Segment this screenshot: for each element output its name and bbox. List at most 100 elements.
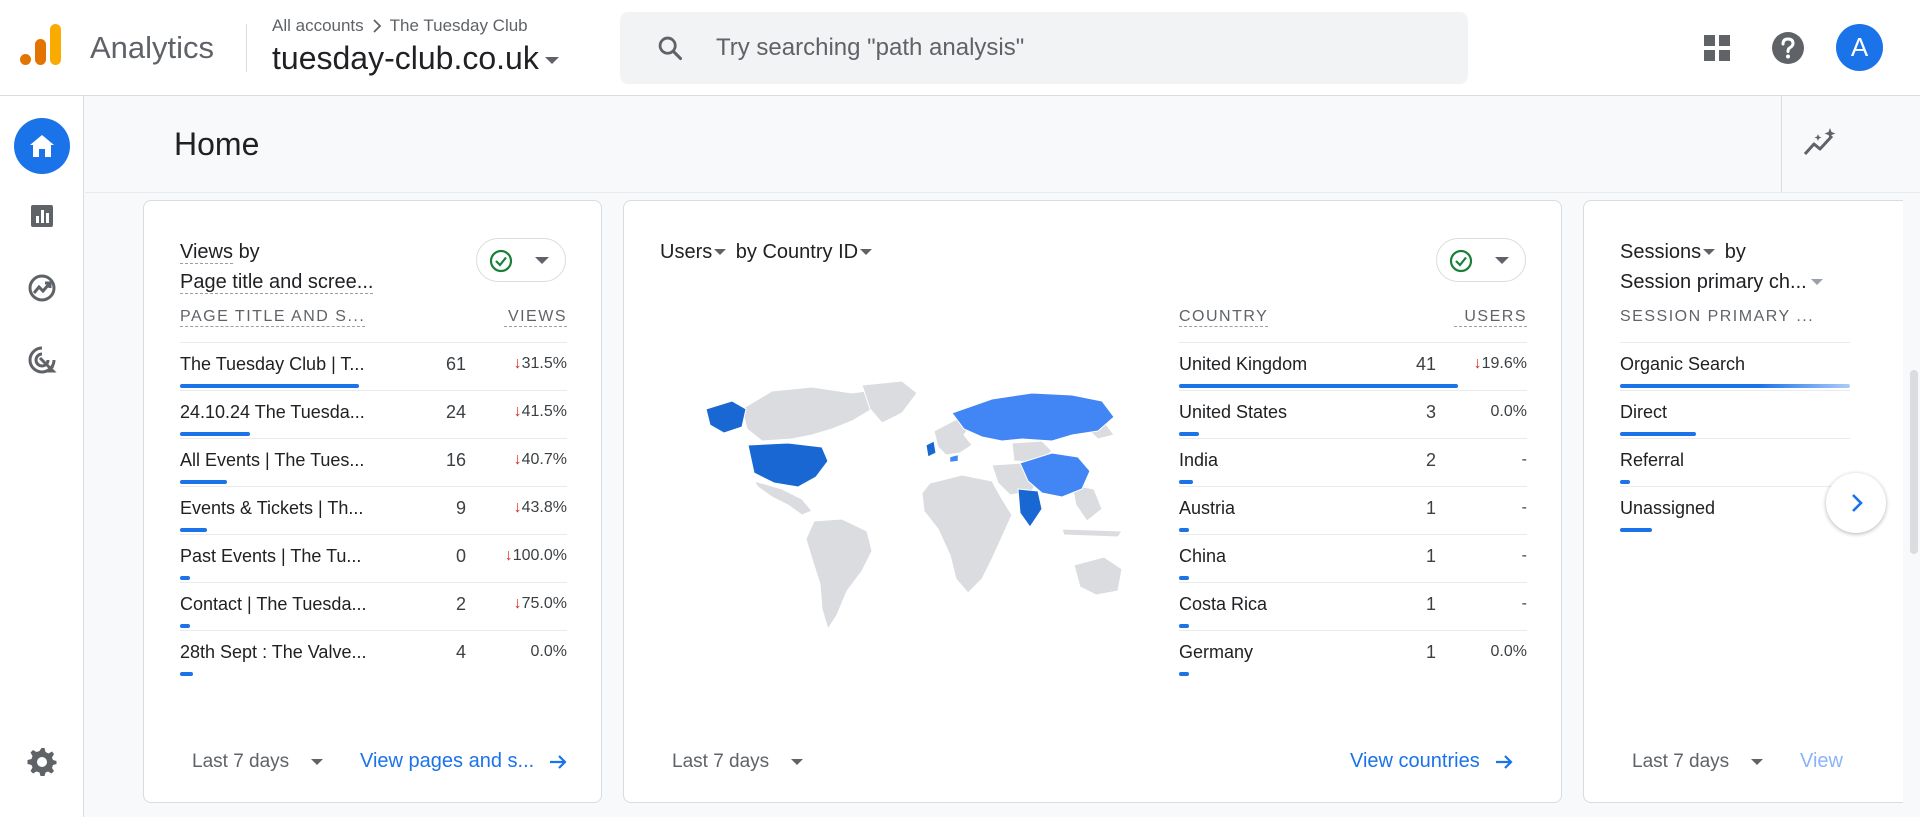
view-sessions-link[interactable]: View (1800, 750, 1843, 773)
row-divider (1620, 390, 1850, 391)
view-countries-link[interactable]: View countries (1350, 750, 1514, 773)
row-value: 1 (1425, 546, 1436, 566)
nav-explore[interactable] (14, 260, 70, 316)
dimension-selector[interactable]: Country ID (762, 241, 858, 263)
dimension-selector[interactable]: Page title and scree... (180, 271, 374, 294)
comparison-toggle[interactable] (476, 238, 566, 282)
date-range-label[interactable]: Last 7 days (1632, 751, 1729, 773)
comparison-toggle[interactable] (1436, 238, 1526, 282)
row-share-bar (1179, 384, 1458, 388)
col-header-dimension[interactable]: PAGE TITLE AND S... (180, 308, 366, 327)
app-name[interactable]: Analytics (90, 30, 214, 66)
date-range-selector[interactable]: Last 7 days (1632, 751, 1764, 773)
row-label[interactable]: All Events | The Tues... (180, 450, 364, 471)
view-countries-label[interactable]: View countries (1350, 750, 1480, 773)
dropdown-caret-icon[interactable] (860, 249, 873, 255)
view-sessions-label[interactable]: View (1800, 750, 1843, 773)
search-bar[interactable] (620, 12, 1468, 84)
row-label[interactable]: China (1179, 546, 1226, 567)
col-header-dimension[interactable]: SESSION PRIMARY ... (1620, 308, 1814, 326)
row-label[interactable]: Events & Tickets | Th... (180, 498, 363, 519)
world-map[interactable] (702, 379, 1122, 649)
date-range-selector[interactable]: Last 7 days (672, 751, 804, 773)
row-change: ↓75.0% (477, 595, 567, 613)
help-icon[interactable] (1768, 28, 1808, 68)
dropdown-caret-icon[interactable] (1810, 279, 1823, 285)
date-range-label[interactable]: Last 7 days (672, 751, 769, 773)
dropdown-caret-icon[interactable] (1703, 249, 1716, 255)
map-australia (1073, 556, 1122, 596)
metric-selector[interactable]: Users (660, 241, 712, 263)
row-label[interactable]: India (1179, 450, 1218, 471)
search-input[interactable] (716, 28, 1416, 68)
map-africa (921, 474, 1013, 594)
row-label[interactable]: Germany (1179, 642, 1253, 663)
row-label[interactable]: United States (1179, 402, 1287, 423)
metric-selector[interactable]: Views (180, 241, 233, 264)
row-label[interactable]: United Kingdom (1179, 354, 1307, 375)
row-divider (1179, 486, 1527, 487)
row-label[interactable]: Organic Search (1620, 354, 1745, 375)
title-by: by (1724, 241, 1746, 263)
apps-grid-icon[interactable] (1697, 28, 1737, 68)
check-circle-icon (1449, 249, 1473, 273)
view-pages-link[interactable]: View pages and s... (360, 750, 568, 773)
row-divider (1179, 438, 1527, 439)
breadcrumb[interactable]: All accounts The Tuesday Club (272, 16, 528, 36)
gear-icon (27, 748, 57, 776)
row-divider (180, 438, 567, 439)
metric-selector[interactable]: Sessions (1620, 241, 1701, 263)
row-value: 9 (455, 498, 466, 518)
nav-reports[interactable] (14, 188, 70, 244)
row-share-bar (180, 672, 193, 676)
insights-icon[interactable] (1800, 124, 1840, 164)
view-pages-label[interactable]: View pages and s... (360, 750, 534, 773)
row-share-bar (1179, 624, 1189, 628)
next-cards-button[interactable] (1826, 473, 1886, 533)
row-label[interactable]: Direct (1620, 402, 1667, 423)
row-share-bar (1620, 384, 1850, 388)
date-range-selector[interactable]: Last 7 days (192, 751, 324, 773)
nav-admin[interactable] (14, 734, 70, 790)
row-value: 1 (1425, 594, 1436, 614)
row-change: ↓43.8% (477, 499, 567, 517)
nav-advertising[interactable] (14, 332, 70, 388)
row-label[interactable]: Past Events | The Tu... (180, 546, 361, 567)
col-header-metric[interactable]: USERS (1454, 308, 1527, 327)
row-label[interactable]: Contact | The Tuesda... (180, 594, 366, 615)
property-selector[interactable]: tuesday-club.co.uk (272, 40, 559, 77)
dropdown-caret-icon[interactable] (311, 759, 324, 765)
breadcrumb-account[interactable]: All accounts (272, 16, 364, 36)
row-change-value: 31.5% (521, 355, 567, 372)
row-label[interactable]: 28th Sept : The Valve... (180, 642, 366, 663)
dimension-selector[interactable]: Session primary ch... (1620, 271, 1807, 293)
row-change: 0.0% (1437, 403, 1527, 421)
row-change: ↓19.6% (1437, 355, 1527, 373)
nav-home[interactable] (14, 118, 70, 174)
dropdown-caret-icon[interactable] (791, 759, 804, 765)
avatar[interactable]: A (1836, 24, 1883, 71)
date-range-label[interactable]: Last 7 days (192, 751, 289, 773)
map-india (1017, 488, 1043, 528)
analytics-logo-icon[interactable] (20, 24, 62, 70)
row-label[interactable]: Costa Rica (1179, 594, 1267, 615)
page-scrollbar[interactable] (1910, 370, 1918, 554)
row-label[interactable]: Referral (1620, 450, 1684, 471)
dropdown-caret-icon[interactable] (1751, 759, 1764, 765)
row-label[interactable]: 24.10.24 The Tuesda... (180, 402, 365, 423)
col-header-metric[interactable]: VIEWS (504, 308, 567, 327)
reports-icon (31, 205, 53, 227)
breadcrumb-property[interactable]: The Tuesday Club (390, 16, 528, 36)
row-label[interactable]: The Tuesday Club | T... (180, 354, 364, 375)
row-share-bar (1179, 432, 1199, 436)
dropdown-caret-icon[interactable] (714, 249, 727, 255)
row-label[interactable]: Unassigned (1620, 498, 1715, 519)
dropdown-caret-icon[interactable] (544, 57, 559, 64)
arrow-down-icon: ↓ (513, 595, 522, 612)
top-app-bar: Analytics All accounts The Tuesday Club … (0, 0, 1920, 96)
row-change: ↓41.5% (477, 403, 567, 421)
property-name[interactable]: tuesday-club.co.uk (272, 40, 539, 77)
row-label[interactable]: Austria (1179, 498, 1235, 519)
col-header-dimension[interactable]: COUNTRY (1179, 308, 1269, 327)
row-change-value: 0.0% (1490, 643, 1527, 660)
